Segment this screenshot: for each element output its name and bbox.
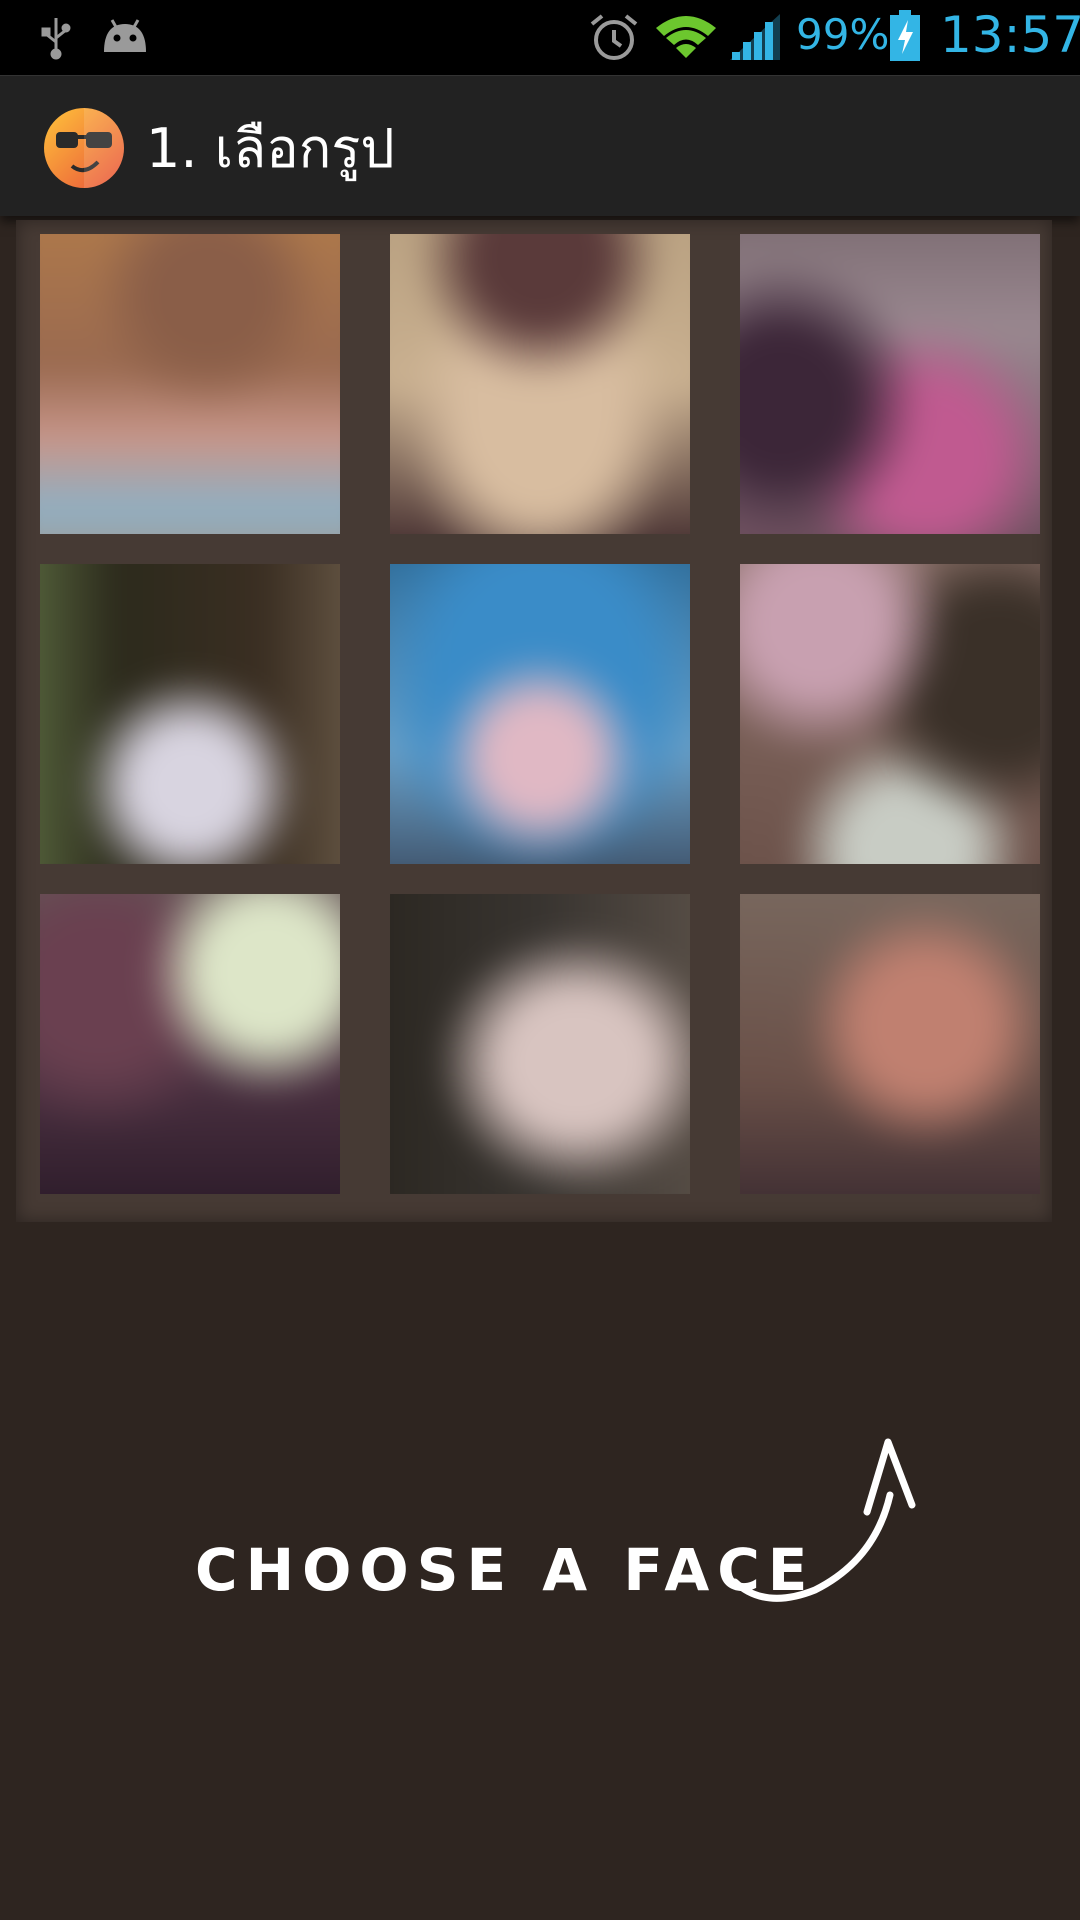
android-debug-icon [100,16,150,60]
wifi-icon [654,12,718,64]
photo-thumbnail[interactable] [390,894,690,1194]
status-bar: 99% 13:57 [0,0,1080,75]
signal-icon [728,12,782,66]
photo-grid [16,220,1052,1222]
photo-thumbnail[interactable] [740,234,1040,534]
photo-thumbnail[interactable] [40,234,340,534]
photo-thumbnail[interactable] [740,564,1040,864]
action-bar: 1. เลือกรูป [0,75,1080,216]
photo-thumbnail[interactable] [390,564,690,864]
curved-arrow-icon [725,1420,925,1624]
battery-percent: 99% [796,10,890,59]
page-title: 1. เลือกรูป [146,117,395,180]
photo-thumbnail[interactable] [40,894,340,1194]
alarm-icon [588,12,640,66]
usb-icon [36,14,76,64]
sunglasses-face-icon[interactable] [42,106,126,190]
photo-thumbnail[interactable] [740,894,1040,1194]
choose-face-caption: CHOOSE A FACE [195,1536,816,1604]
clock: 13:57 [940,6,1080,64]
photo-thumbnail[interactable] [390,234,690,534]
photo-thumbnail[interactable] [40,564,340,864]
battery-charging-icon [888,10,922,66]
